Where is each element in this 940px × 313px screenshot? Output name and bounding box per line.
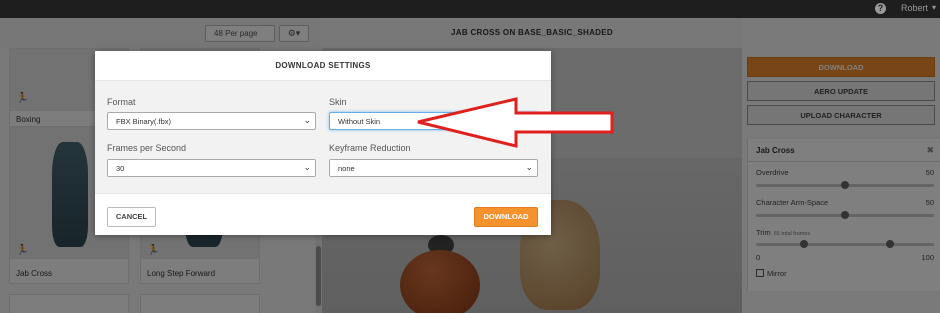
annotation-arrow-shape [417,97,614,148]
annotation-arrow [417,97,614,148]
